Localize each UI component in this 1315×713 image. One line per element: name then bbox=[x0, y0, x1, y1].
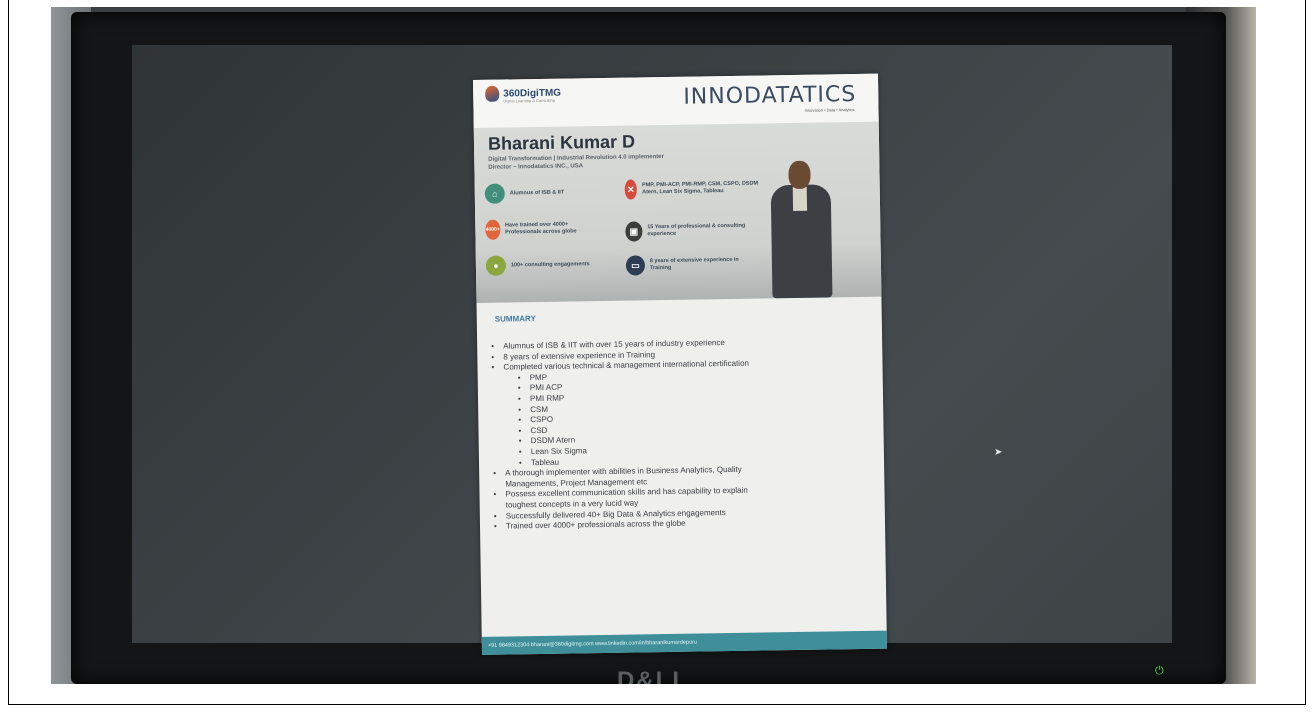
feature-text: Alumnus of ISB & IIT bbox=[509, 189, 565, 196]
person-role: Digital Transformation | Industrial Revo… bbox=[488, 153, 664, 172]
speaker-photo bbox=[764, 158, 838, 299]
feature-trained: 4000+ Have trained over 4000+ Profession… bbox=[485, 218, 605, 240]
speaker-shirt bbox=[792, 186, 808, 211]
document-header: 360DigiTMG Digital Learning & Consulting… bbox=[473, 73, 879, 128]
monitor-photo: 360DigiTMG Digital Learning & Consulting… bbox=[51, 7, 1256, 684]
feature-text: 15 Years of professional & consulting ex… bbox=[647, 222, 746, 238]
profile-document: 360DigiTMG Digital Learning & Consulting… bbox=[473, 73, 887, 655]
mouse-cursor-icon: ➤ bbox=[994, 447, 1003, 458]
briefcase-icon: ▣ bbox=[625, 221, 643, 242]
feature-text: 8 years of extensive experience in Train… bbox=[649, 256, 739, 272]
badge-4000-icon: 4000+ bbox=[485, 219, 501, 240]
360digitmg-logo-icon bbox=[485, 85, 500, 102]
presentation-icon: ▭ bbox=[625, 255, 646, 276]
summary-heading: SUMMARY bbox=[494, 314, 536, 324]
logo-left-subtitle: Digital Learning & Consulting bbox=[503, 97, 555, 104]
feature-consulting: ● 100+ consulting engagements bbox=[485, 254, 596, 276]
feature-text: Have trained over 4000+ Professionals ac… bbox=[504, 221, 577, 236]
profile-banner: Bharani Kumar D Digital Transformation |… bbox=[473, 121, 882, 303]
speaker-head bbox=[788, 160, 811, 190]
dell-logo: D&LL bbox=[617, 667, 689, 684]
summary-list: Alumnus of ISB & IIT with over 15 years … bbox=[491, 338, 751, 533]
tools-icon: ✕ bbox=[624, 179, 638, 200]
feature-text: PMP, PMI-ACP, PMI-RMP, CSM, CSPO, DSDM A… bbox=[641, 180, 759, 196]
person-name: Bharani Kumar D bbox=[487, 131, 636, 154]
institution-icon: ⌂ bbox=[484, 183, 505, 204]
feature-certifications: ✕ PMP, PMI-ACP, PMI-RMP, CSM, CSPO, DSDM… bbox=[624, 177, 765, 200]
logo-innodatatics: INNODATATICS bbox=[683, 81, 857, 110]
person-icon: ● bbox=[485, 255, 507, 276]
feature-experience: ▣ 15 Years of professional & consulting … bbox=[625, 220, 755, 242]
power-icon[interactable]: ⏻ bbox=[1155, 665, 1164, 678]
feature-alumnus: ⌂ Alumnus of ISB & IIT bbox=[484, 182, 595, 204]
role-line-2: Director – Innodatatics INC., USA bbox=[488, 163, 584, 171]
feature-training: ▭ 8 years of extensive experience in Tra… bbox=[625, 254, 756, 276]
logo-right-subtitle: Innovation • Data • Analytics bbox=[804, 107, 855, 113]
feature-text: 100+ consulting engagements bbox=[510, 260, 590, 268]
